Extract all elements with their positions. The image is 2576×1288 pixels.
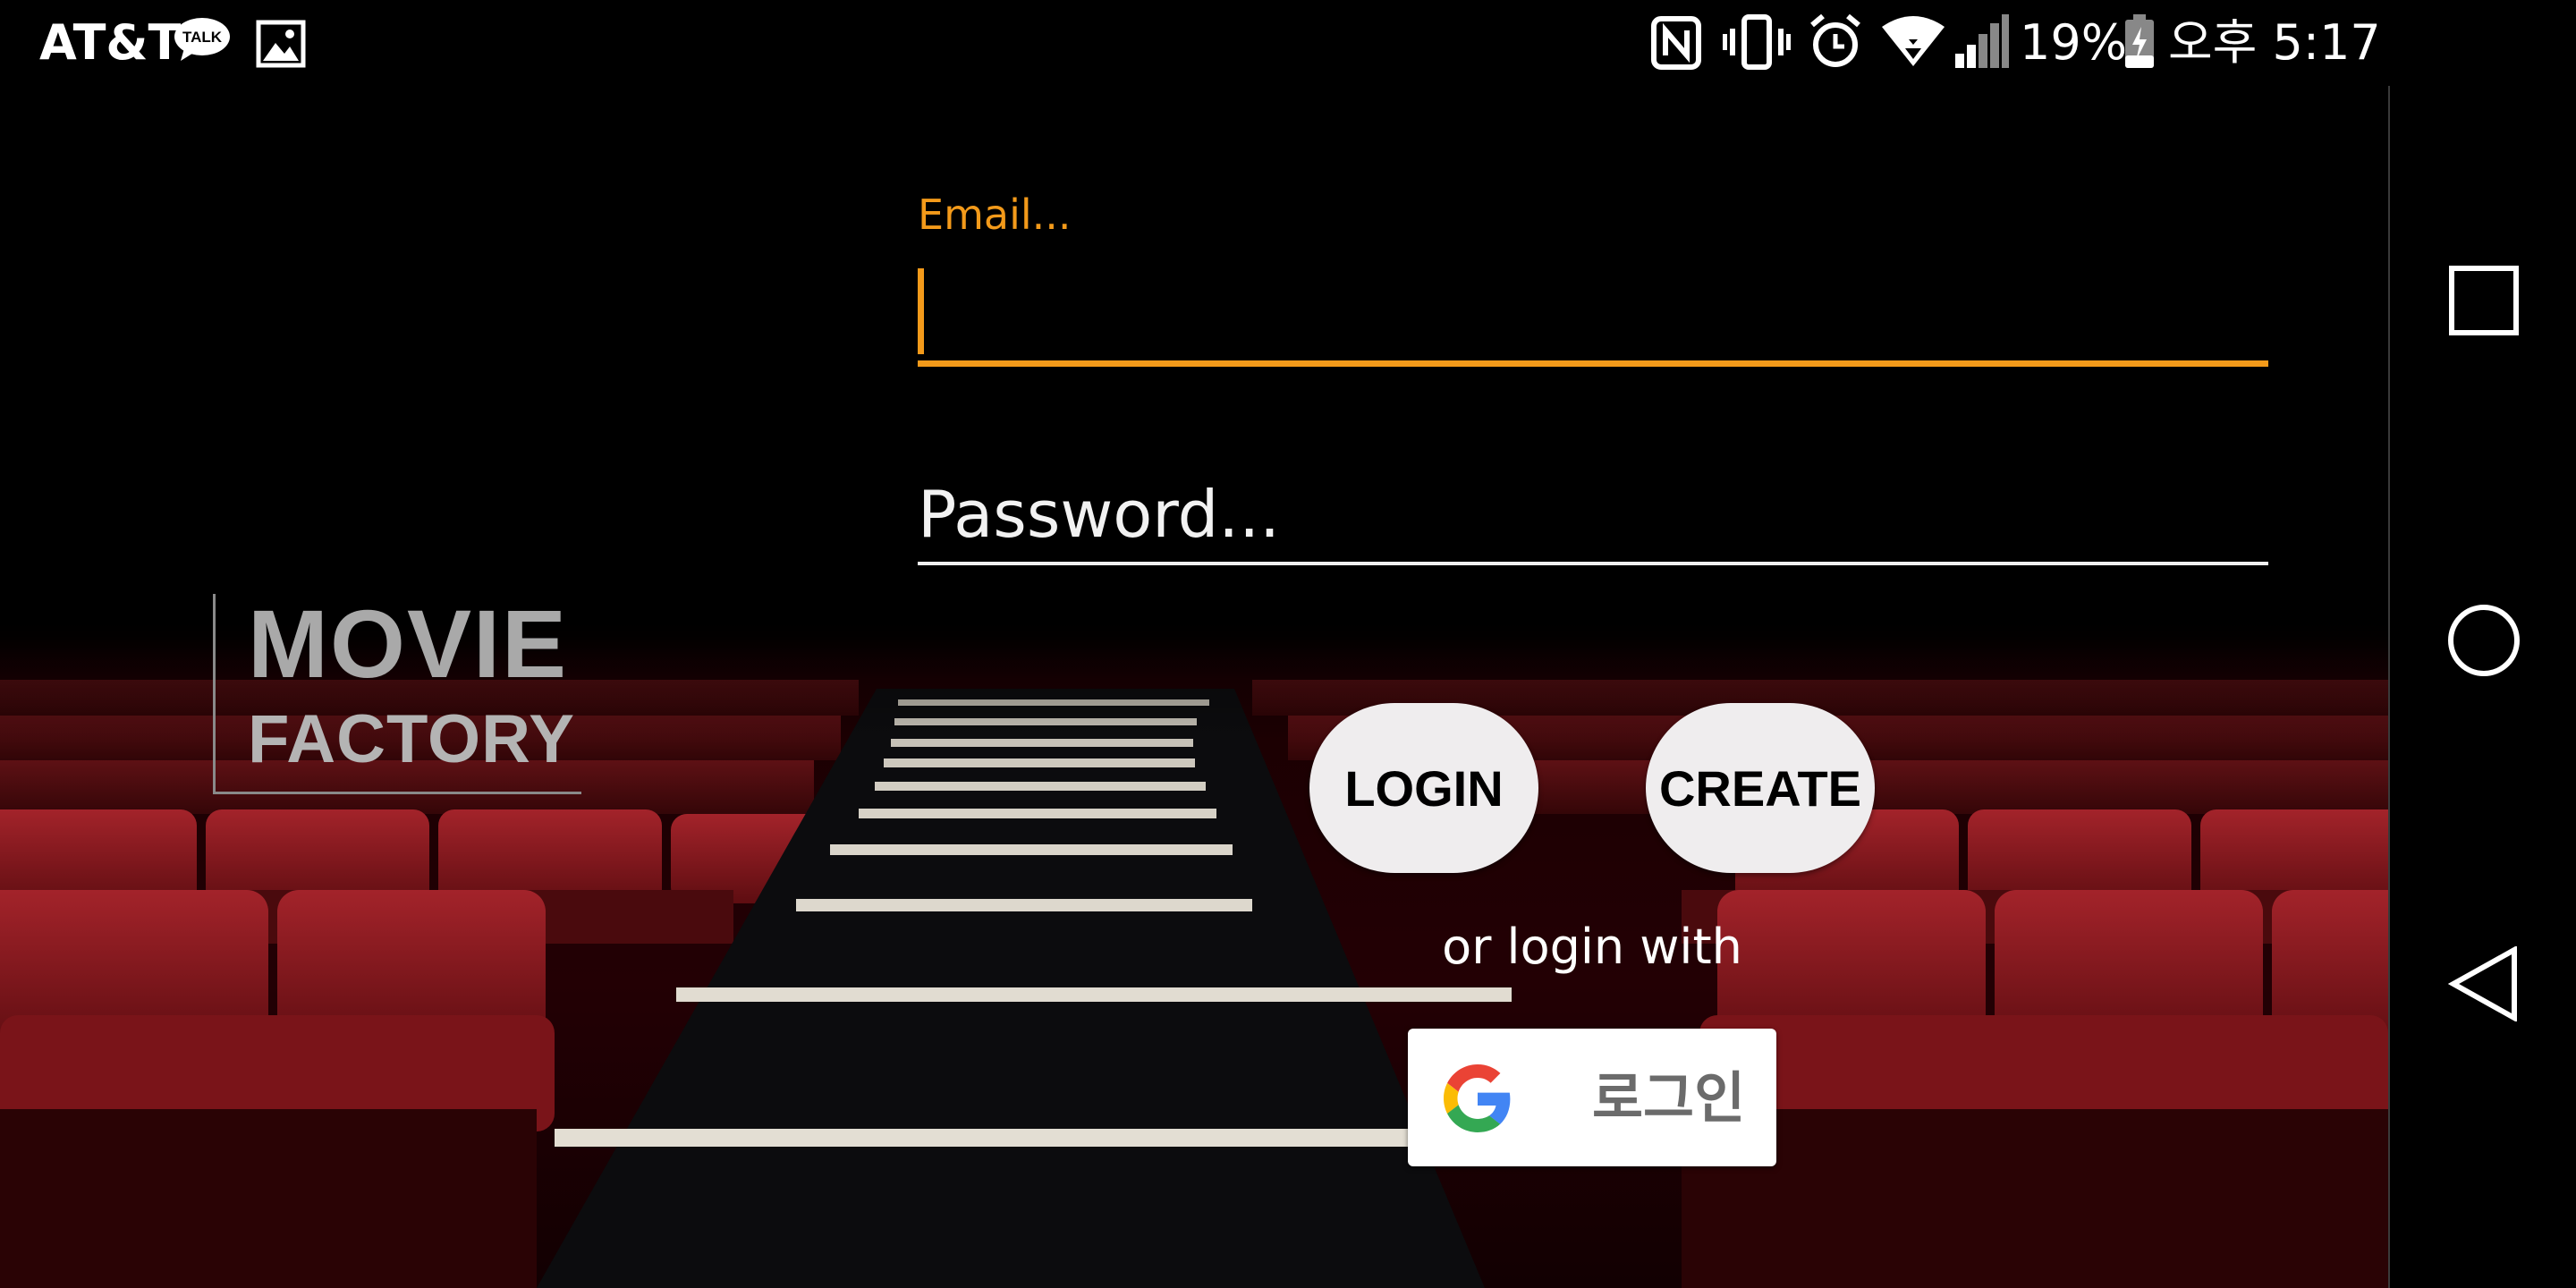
- battery-icon: [2125, 14, 2154, 68]
- clock: 오후 5:17: [2168, 14, 2381, 71]
- back-button[interactable]: [2430, 930, 2538, 1038]
- email-label: Email...: [918, 191, 1072, 239]
- app-logo: MOVIE FACTORY: [213, 590, 581, 794]
- kakaotalk-icon: TALK: [174, 18, 230, 61]
- vibrate-icon: [1723, 14, 1791, 70]
- google-signin-label: 로그인: [1592, 1065, 1746, 1131]
- login-button[interactable]: LOGIN: [1309, 703, 1538, 873]
- carrier-label: AT&T: [39, 14, 182, 71]
- password-input[interactable]: Password...: [918, 465, 2268, 565]
- google-g-icon: [1444, 1064, 1511, 1132]
- google-signin-button[interactable]: 로그인: [1408, 1029, 1776, 1166]
- home-icon: [2448, 605, 2520, 676]
- text-cursor: [918, 268, 924, 354]
- alarm-icon: [1810, 13, 1860, 67]
- home-button[interactable]: [2430, 587, 2538, 694]
- logo-title-movie: MOVIE: [248, 589, 569, 698]
- logo-title-factory: FACTORY: [248, 701, 575, 777]
- signal-icon: [1955, 14, 2009, 68]
- recents-icon: [2449, 266, 2519, 335]
- wifi-icon: [1882, 16, 1945, 66]
- recents-button[interactable]: [2430, 247, 2538, 354]
- password-placeholder: Password...: [918, 477, 1280, 552]
- email-input[interactable]: [918, 259, 2268, 367]
- gallery-icon: [256, 20, 306, 68]
- app-screen: AT&T TALK 19% 오후 5:17 MOVIE FACTORY Emai…: [0, 0, 2576, 1288]
- talk-badge-text: TALK: [182, 29, 223, 46]
- create-account-button[interactable]: CREATE: [1646, 703, 1875, 873]
- or-login-with-text: or login with: [1442, 919, 1742, 975]
- battery-percent: 19%: [2020, 14, 2128, 71]
- status-bar: AT&T TALK 19% 오후 5:17: [0, 0, 2576, 86]
- navigation-bar: [2388, 86, 2576, 1288]
- back-icon: [2448, 946, 2517, 1021]
- nfc-icon: [1651, 16, 1701, 70]
